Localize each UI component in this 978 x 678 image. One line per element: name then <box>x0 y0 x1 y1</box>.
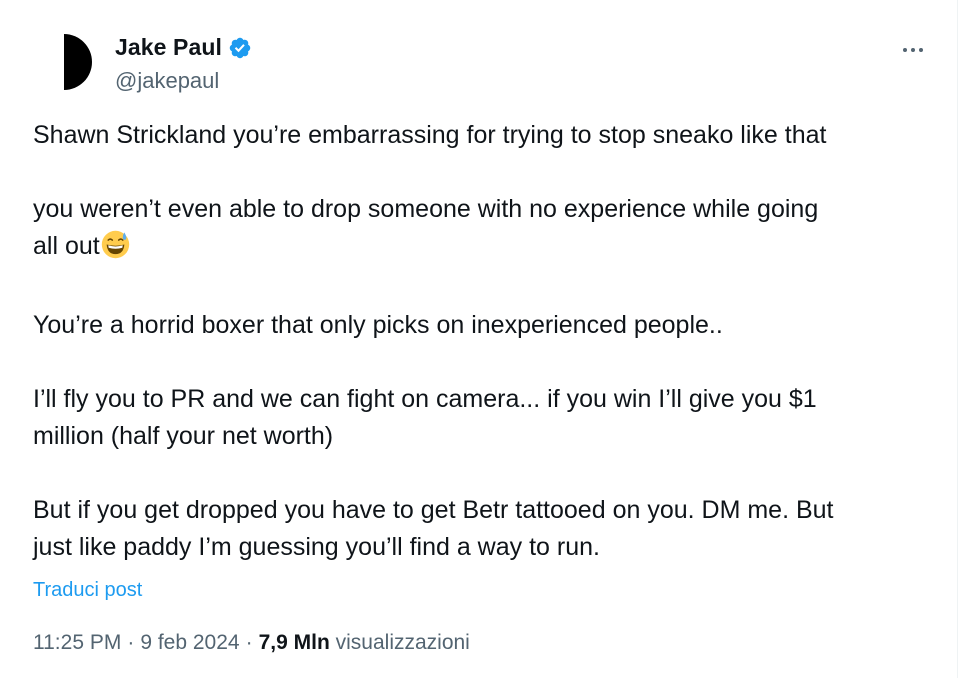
tweet-meta-row: 11:25 PM · 9 feb 2024 · 7,9 Mln visualizzazi… <box>33 631 470 655</box>
more-horizontal-icon-dot <box>919 48 923 52</box>
tweet-paragraph: Shawn Strickland you’re embarrassing for… <box>33 121 827 149</box>
meta-separator: · <box>245 631 253 654</box>
half-moon-logo-icon <box>33 28 101 96</box>
author-display-name[interactable]: Jake Paul <box>115 34 222 61</box>
views-count: 7,9 Mln <box>258 631 330 654</box>
tweet-card: Jake Paul @jakepaul Shawn Strickland you… <box>0 0 958 678</box>
tweet-paragraph-line: all out <box>33 228 923 270</box>
more-horizontal-icon <box>903 48 907 52</box>
tweet-paragraph: You’re a horrid boxer that only picks on… <box>33 311 723 339</box>
grinning-face-with-sweat-emoji-icon <box>101 230 130 270</box>
views-label: visualizzazioni <box>335 631 470 654</box>
tweet-date[interactable]: 9 feb 2024 <box>140 631 239 654</box>
more-horizontal-icon-dot <box>911 48 915 52</box>
author-name-row: Jake Paul <box>115 34 252 61</box>
tweet-paragraph-line: you weren’t even able to drop someone wi… <box>33 195 819 223</box>
author-handle[interactable]: @jakepaul <box>115 68 219 94</box>
tweet-paragraph-text: all out <box>33 232 100 260</box>
more-options-button[interactable] <box>896 38 930 62</box>
tweet-text: Shawn Strickland you’re embarrassing for… <box>33 117 923 566</box>
tweet-paragraph-line: But if you get dropped you have to get B… <box>33 496 834 524</box>
tweet-paragraph-line: I’ll fly you to PR and we can fight on c… <box>33 385 817 413</box>
tweet-paragraph-line: million (half your net worth) <box>33 422 334 450</box>
meta-separator: · <box>127 631 135 654</box>
translate-post-link[interactable]: Traduci post <box>33 579 142 602</box>
tweet-paragraph-line: just like paddy I’m guessing you’ll find… <box>33 533 600 561</box>
verified-badge-icon[interactable] <box>228 36 252 60</box>
tweet-time[interactable]: 11:25 PM <box>33 631 121 654</box>
avatar[interactable] <box>33 28 101 96</box>
